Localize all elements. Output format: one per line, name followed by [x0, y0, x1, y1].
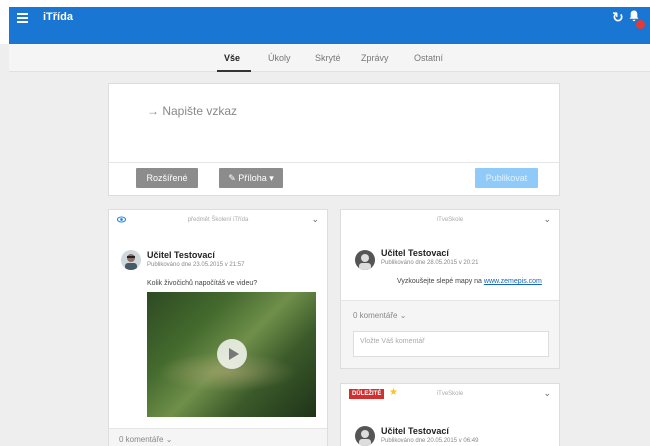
comment-input[interactable]: Vložte Váš komentář: [353, 331, 549, 357]
chevron-down-icon[interactable]: ⌄: [543, 214, 551, 225]
post-source: iTveSkole: [436, 217, 464, 223]
tab-other[interactable]: Ostatní: [414, 53, 443, 63]
avatar: [121, 250, 141, 270]
refresh-icon[interactable]: ↻: [612, 9, 624, 26]
app-bar: [9, 7, 650, 44]
author-name[interactable]: Učitel Testovací: [381, 426, 449, 436]
message-composer: → Napište vzkaz Rozšířené ✎ Příloha ▾ Pu…: [108, 83, 560, 196]
notification-badge: [636, 20, 645, 29]
post-timestamp: Publikováno dne 23.05.2015 v 21:57: [147, 262, 245, 268]
tab-tasks[interactable]: Úkoly: [268, 53, 291, 63]
post-card: DŮLEŽITÉ ★ iTveSkole ⌄ Učitel Testovací …: [340, 383, 560, 446]
tab-messages[interactable]: Zprávy: [361, 53, 389, 63]
eye-icon: [117, 216, 126, 223]
author-name[interactable]: Učitel Testovací: [381, 248, 449, 258]
comments-toggle[interactable]: 0 komentáře ⌄: [109, 428, 327, 446]
post-card: iTveSkole ⌄ Učitel Testovací Publikováno…: [340, 209, 560, 369]
post-timestamp: Publikováno dne 20.05.2015 v 06:49: [381, 438, 479, 444]
play-icon[interactable]: [217, 339, 247, 369]
app-title: iTřída: [43, 11, 73, 23]
comments-toggle[interactable]: 0 komentáře ⌄: [353, 311, 406, 320]
composer-divider: [109, 162, 559, 163]
advanced-button[interactable]: Rozšířené: [136, 168, 198, 188]
avatar: [355, 426, 375, 446]
post-text: Vyzkoušejte slepé mapy na www.zemepis.co…: [397, 278, 542, 285]
menu-icon[interactable]: [17, 13, 28, 23]
post-link[interactable]: www.zemepis.com: [484, 278, 542, 285]
publish-button[interactable]: Publikovat: [475, 168, 538, 188]
composer-input[interactable]: → Napište vzkaz: [147, 104, 237, 118]
tab-hidden[interactable]: Skryté: [315, 53, 341, 63]
post-text: Kolik živočichů napočítáš ve videu?: [147, 280, 258, 287]
post-source: iTveSkole: [436, 391, 464, 397]
chevron-down-icon[interactable]: ⌄: [311, 214, 319, 225]
video-thumbnail[interactable]: [147, 292, 316, 417]
comment-section: 0 komentáře ⌄ Vložte Váš komentář: [341, 300, 559, 368]
attachment-button[interactable]: ✎ Příloha ▾: [219, 168, 283, 188]
tab-all[interactable]: Vše: [224, 53, 240, 63]
avatar: [355, 250, 375, 270]
post-card: předmět Školení iTřída ⌄ Učitel Testovac…: [108, 209, 328, 446]
author-name[interactable]: Učitel Testovací: [147, 250, 215, 260]
post-timestamp: Publikováno dne 28.05.2015 v 20:21: [381, 260, 479, 266]
post-source: předmět Školení iTřída: [187, 217, 249, 223]
chevron-down-icon[interactable]: ⌄: [543, 388, 551, 399]
active-tab-indicator: [217, 70, 251, 72]
